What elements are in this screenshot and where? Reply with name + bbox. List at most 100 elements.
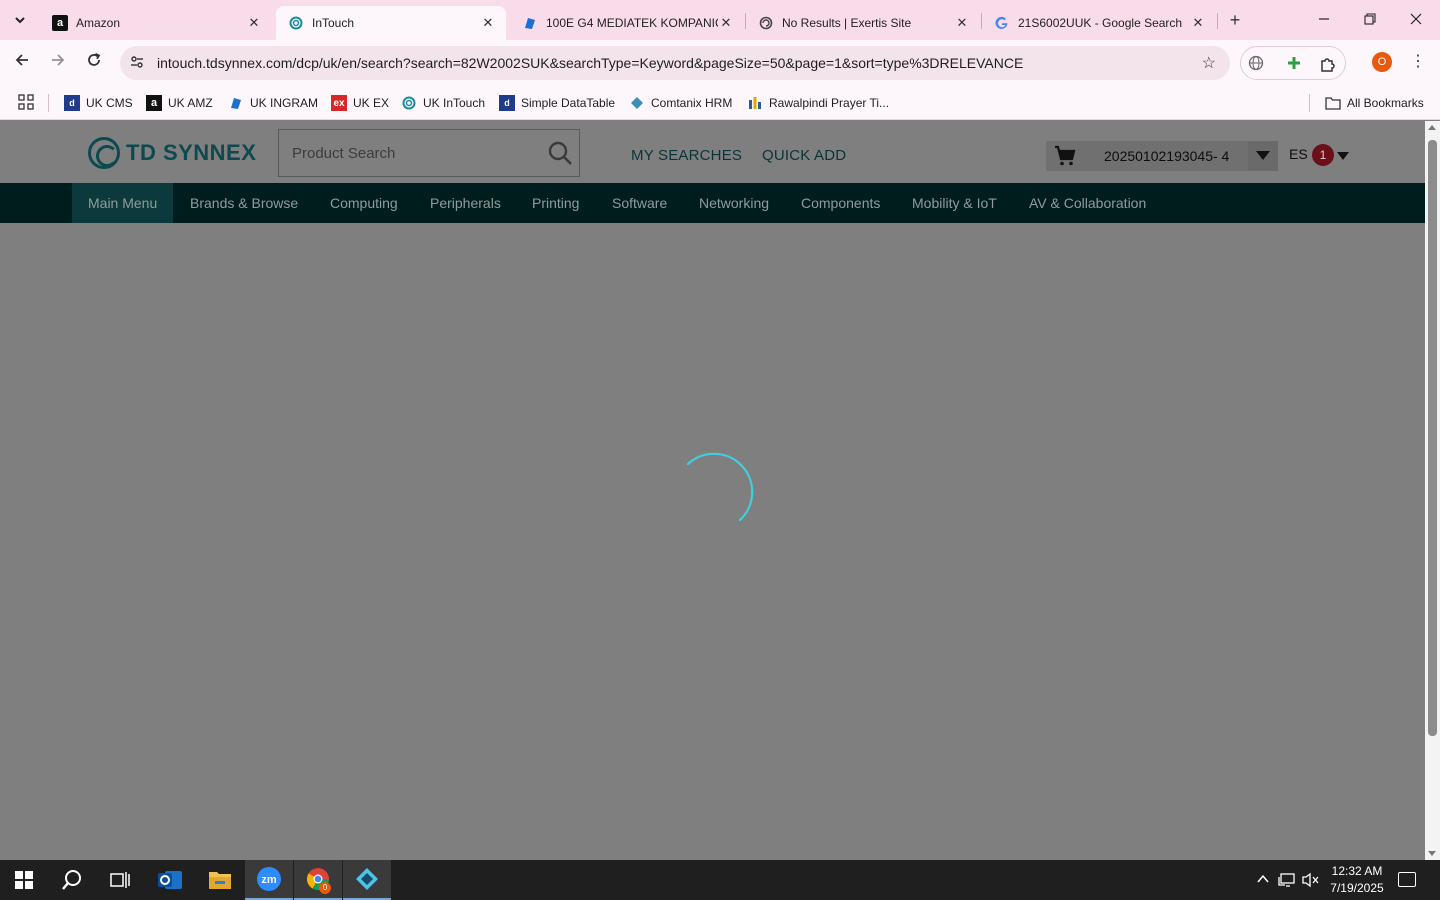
back-arrow-icon[interactable]	[9, 50, 35, 76]
tab-title: No Results | Exertis Site	[782, 16, 912, 30]
tab-close-icon[interactable]: ✕	[954, 15, 970, 31]
nav-computing[interactable]: Computing	[330, 183, 398, 223]
tab-close-icon[interactable]: ✕	[1190, 15, 1206, 31]
url-text: intouch.tdsynnex.com/dcp/uk/en/search?se…	[157, 55, 1024, 71]
amazon-icon: a	[52, 15, 68, 31]
scroll-up-arrow-icon[interactable]	[1428, 125, 1436, 130]
tab-google[interactable]: 21S6002UUK - Google Search ✕	[982, 6, 1216, 40]
nav-components[interactable]: Components	[801, 183, 880, 223]
tab-close-icon[interactable]: ✕	[246, 15, 262, 31]
bookmark-uk-amz[interactable]: a UK AMZ	[146, 93, 213, 113]
address-bar[interactable]: intouch.tdsynnex.com/dcp/uk/en/search?se…	[120, 46, 1230, 80]
nav-mobility-iot[interactable]: Mobility & IoT	[912, 183, 997, 223]
my-searches-link[interactable]: MY SEARCHES	[631, 147, 742, 164]
logo-text: TD SYNNEX	[126, 140, 257, 165]
bookmark-label: UK AMZ	[168, 96, 213, 110]
bookmark-label: Rawalpindi Prayer Ti...	[769, 96, 890, 110]
cart-dropdown-chevron-icon[interactable]	[1248, 141, 1278, 171]
td-synnex-logo[interactable]: TD SYNNEX	[88, 137, 256, 169]
cart-selector[interactable]: 20250102193045- 4	[1046, 141, 1278, 171]
outlook-icon[interactable]	[146, 860, 194, 900]
restore-icon[interactable]	[1358, 8, 1382, 32]
search-icon[interactable]	[547, 140, 573, 166]
notification-badge[interactable]: 1	[1312, 144, 1334, 166]
nav-main-menu[interactable]: Main Menu	[72, 183, 174, 223]
clock-time: 12:32 AM	[1331, 864, 1383, 878]
minimize-icon[interactable]	[1312, 8, 1336, 32]
tab-amazon[interactable]: a Amazon ✕	[40, 6, 272, 40]
nav-av-collaboration[interactable]: AV & Collaboration	[1029, 183, 1146, 223]
profile-avatar[interactable]: O	[1372, 52, 1392, 72]
google-icon	[994, 15, 1010, 31]
bookmark-label: UK InTouch	[423, 96, 486, 110]
cart-number: 20250102193045- 4	[1104, 148, 1230, 164]
bookmark-label: UK CMS	[86, 96, 133, 110]
forward-arrow-icon[interactable]	[45, 50, 71, 76]
bookmark-uk-cms[interactable]: d UK CMS	[64, 93, 133, 113]
browser-toolbar: intouch.tdsynnex.com/dcp/uk/en/search?se…	[0, 40, 1440, 86]
tab-intouch[interactable]: InTouch ✕	[276, 6, 506, 40]
tray-overflow-chevron-icon[interactable]	[1256, 872, 1270, 889]
page-content: TD SYNNEX MY SEARCHES QUICK ADD 20250102…	[0, 121, 1425, 860]
bookmark-uk-ex[interactable]: ex UK EX	[331, 93, 389, 113]
user-initials[interactable]: ES	[1289, 146, 1308, 162]
bookmark-simple-datatable[interactable]: d Simple DataTable	[499, 93, 615, 113]
extensions-puzzle-icon[interactable]	[1319, 55, 1337, 73]
apps-grid-icon[interactable]	[18, 94, 34, 113]
tab-exertis[interactable]: No Results | Exertis Site ✕	[746, 6, 980, 40]
bookmark-label: UK INGRAM	[250, 96, 319, 110]
nav-networking[interactable]: Networking	[699, 183, 769, 223]
intouch-icon	[288, 15, 304, 31]
user-menu-caret-icon[interactable]	[1337, 152, 1349, 160]
reload-icon[interactable]	[81, 50, 107, 76]
file-explorer-icon[interactable]	[196, 860, 244, 900]
task-view-icon[interactable]	[96, 860, 144, 900]
app-diamond-icon[interactable]	[343, 860, 391, 900]
tab-close-icon[interactable]: ✕	[718, 15, 734, 31]
nav-software[interactable]: Software	[612, 183, 667, 223]
windows-start-icon[interactable]	[0, 860, 48, 900]
new-tab-plus-icon[interactable]: +	[1224, 9, 1246, 31]
nav-printing[interactable]: Printing	[532, 183, 579, 223]
bookmarks-bar: d UK CMS a UK AMZ UK INGRAM ex UK EX UK …	[0, 86, 1440, 120]
windows-taskbar: zm 0 12:32 AM 7/19/2025	[0, 860, 1440, 900]
all-bookmarks-button[interactable]: All Bookmarks	[1325, 93, 1424, 113]
chrome-menu-icon[interactable]: ⋮	[1408, 51, 1428, 71]
notification-center-icon[interactable]	[1398, 872, 1416, 887]
bookmark-label: Simple DataTable	[521, 96, 616, 110]
product-search-input[interactable]	[279, 130, 539, 176]
quick-add-link[interactable]: QUICK ADD	[762, 147, 846, 164]
taskbar-search-icon[interactable]	[48, 860, 96, 900]
browser-tabstrip: a Amazon ✕ InTouch ✕ 100E G4 MEDIATEK KO…	[0, 0, 1440, 40]
prayer-icon	[747, 95, 763, 111]
datatable-icon: d	[499, 95, 515, 111]
bookmark-comtanix-hrm[interactable]: Comtanix HRM	[629, 93, 732, 113]
chrome-taskbar-icon[interactable]: 0	[294, 860, 342, 900]
translate-globe-icon[interactable]	[1247, 55, 1265, 73]
intouch-icon	[401, 95, 417, 111]
system-clock[interactable]: 12:32 AM 7/19/2025	[1326, 863, 1388, 897]
nav-peripherals[interactable]: Peripherals	[430, 183, 501, 223]
main-nav-bar: Main Menu Brands & Browse Computing Peri…	[0, 183, 1425, 223]
scrollbar-thumb[interactable]	[1428, 140, 1437, 736]
tab-close-icon[interactable]: ✕	[480, 15, 496, 31]
tab-search-chevron-icon[interactable]	[8, 8, 32, 32]
nav-brands-browse[interactable]: Brands & Browse	[190, 183, 298, 223]
zoom-icon[interactable]: zm	[245, 860, 293, 900]
site-settings-icon[interactable]	[128, 54, 146, 72]
chrome-profile-badge: 0	[319, 882, 331, 894]
bookmark-uk-ingram[interactable]: UK INGRAM	[228, 93, 318, 113]
volume-muted-icon[interactable]	[1302, 872, 1320, 891]
close-window-icon[interactable]	[1404, 8, 1428, 32]
comtanix-icon	[629, 95, 645, 111]
extension-plus-icon[interactable]	[1285, 55, 1303, 73]
bookmark-label: All Bookmarks	[1347, 96, 1424, 110]
site-header: TD SYNNEX MY SEARCHES QUICK ADD 20250102…	[0, 121, 1425, 183]
bookmark-rawalpindi-prayer[interactable]: Rawalpindi Prayer Ti...	[747, 93, 889, 113]
bookmark-uk-intouch[interactable]: UK InTouch	[401, 93, 485, 113]
tab-product[interactable]: 100E G4 MEDIATEK KOMPANIO ✕	[510, 6, 744, 40]
bookmark-star-icon[interactable]: ☆	[1202, 53, 1216, 73]
scroll-down-arrow-icon[interactable]	[1428, 851, 1436, 856]
page-scrollbar[interactable]	[1425, 121, 1440, 860]
network-icon[interactable]	[1278, 872, 1296, 891]
